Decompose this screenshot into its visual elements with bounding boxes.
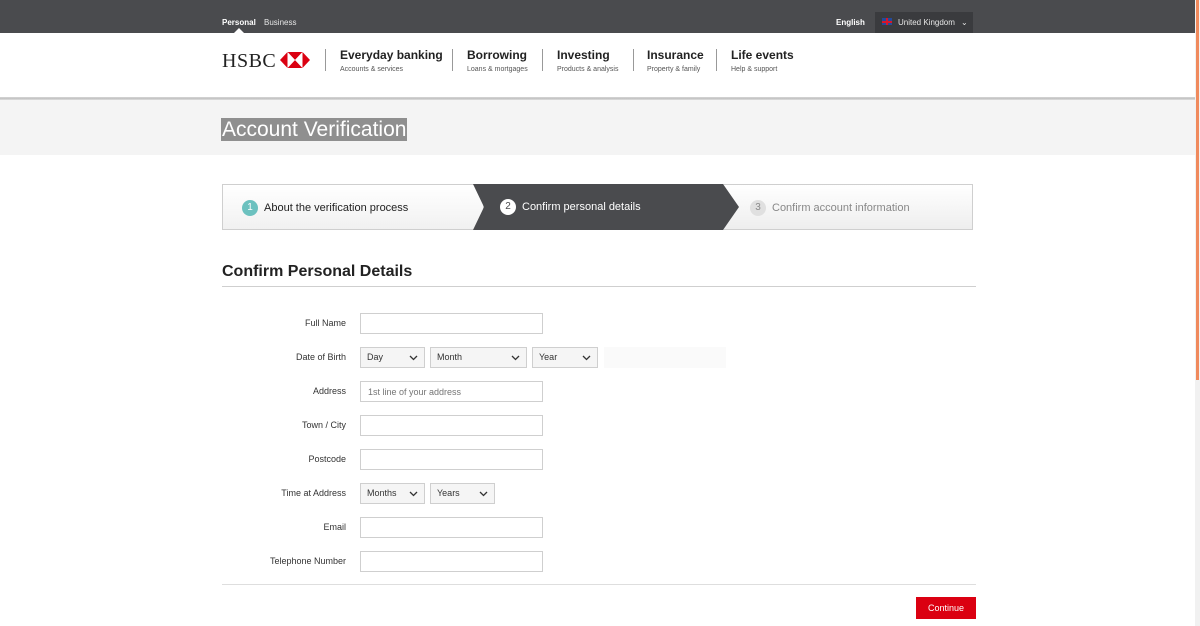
nav-title: Borrowing: [467, 48, 527, 62]
nav-life-events[interactable]: Life events Help & support: [731, 48, 794, 73]
nav-subtitle: Loans & mortgages: [467, 66, 528, 73]
step-label: Confirm account information: [772, 202, 910, 214]
dob-hint-area: [604, 347, 726, 368]
nav-subtitle: Property & family: [647, 66, 701, 73]
continue-button[interactable]: Continue: [916, 597, 976, 619]
nav-subtitle: Help & support: [731, 66, 778, 73]
nav-title: Life events: [731, 48, 794, 62]
chevron-down-icon: [409, 355, 418, 361]
nav-divider: [452, 49, 453, 71]
chevron-down-icon: [409, 491, 418, 497]
select-value: Month: [437, 352, 463, 362]
nav-divider: [633, 49, 634, 71]
hexagon-logo-icon: [280, 52, 310, 68]
nav-title: Everyday banking: [340, 48, 443, 62]
postcode-input[interactable]: [360, 449, 543, 470]
chevron-down-icon: [582, 355, 591, 361]
step-label-active: Confirm personal details: [522, 201, 641, 213]
address-input[interactable]: [360, 381, 543, 402]
page-title-band: Account Verification: [0, 100, 1195, 155]
select-value: Day: [367, 352, 384, 362]
select-value: Years: [437, 488, 460, 498]
select-value: Year: [539, 352, 558, 362]
page-scrollbar[interactable]: [1195, 0, 1200, 626]
town-city-input[interactable]: [360, 415, 543, 436]
dob-month-select[interactable]: Month: [430, 347, 527, 368]
progress-stepper: 1 About the verification process 3 Confi…: [222, 184, 973, 230]
step-confirm-account: 3 Confirm account information: [722, 184, 973, 230]
nav-title: Investing: [557, 48, 610, 62]
page-title: Account Verification: [221, 118, 408, 141]
chevron-down-icon: [479, 491, 488, 497]
time-at-address-label: Time at Address: [281, 488, 346, 498]
select-value: Months: [367, 488, 397, 498]
dob-day-select[interactable]: Day: [360, 347, 425, 368]
chevron-down-icon: [511, 355, 520, 361]
time-at-address-months-select[interactable]: Months: [360, 483, 425, 504]
nav-divider: [542, 49, 543, 71]
form-footer-divider: [222, 584, 976, 585]
nav-subtitle: Products & analysis: [557, 66, 619, 73]
postcode-label: Postcode: [308, 454, 346, 464]
time-at-address-years-select[interactable]: Years: [430, 483, 495, 504]
step-label: About the verification process: [264, 202, 409, 214]
scrollbar-thumb[interactable]: [1196, 0, 1199, 380]
nav-divider: [325, 49, 326, 71]
segment-business[interactable]: Business: [264, 18, 296, 27]
telephone-input[interactable]: [360, 551, 543, 572]
nav-investing[interactable]: Investing Products & analysis: [557, 48, 618, 73]
step-number-badge: 1: [242, 200, 258, 216]
top-utility-bar: Personal Business English United Kingdom…: [0, 0, 1195, 33]
uk-flag-icon: [882, 18, 892, 25]
nav-borrowing[interactable]: Borrowing Loans & mortgages: [467, 48, 528, 73]
full-name-label: Full Name: [304, 318, 346, 328]
chevron-down-icon: ⌄: [961, 18, 968, 27]
country-name: United Kingdom: [898, 18, 955, 27]
country-selector[interactable]: United Kingdom ⌄: [875, 12, 973, 33]
telephone-label: Telephone Number: [269, 556, 346, 566]
email-input[interactable]: [360, 517, 543, 538]
full-name-input[interactable]: [360, 313, 543, 334]
step-number-badge: 3: [750, 200, 766, 216]
town-city-label: Town / City: [301, 420, 346, 430]
address-label: Address: [312, 386, 346, 396]
email-label: Email: [323, 522, 346, 532]
main-header: HSBC Everyday banking Accounts & service…: [0, 33, 1195, 98]
dob-label: Date of Birth: [295, 352, 346, 362]
segment-personal[interactable]: Personal: [222, 18, 256, 27]
dob-year-select[interactable]: Year: [532, 347, 598, 368]
language-selector[interactable]: English: [836, 18, 865, 27]
nav-everyday-banking[interactable]: Everyday banking Accounts & services: [340, 48, 443, 73]
nav-subtitle: Accounts & services: [340, 66, 404, 73]
form-heading: Confirm Personal Details: [222, 263, 413, 280]
nav-title: Insurance: [647, 48, 704, 62]
step-number-badge: 2: [500, 199, 516, 215]
nav-divider: [716, 49, 717, 71]
logo-wordmark: HSBC: [222, 50, 277, 72]
heading-divider: [222, 286, 976, 287]
step-about-verification[interactable]: 1 About the verification process: [222, 184, 484, 230]
nav-insurance[interactable]: Insurance Property & family: [647, 48, 704, 73]
